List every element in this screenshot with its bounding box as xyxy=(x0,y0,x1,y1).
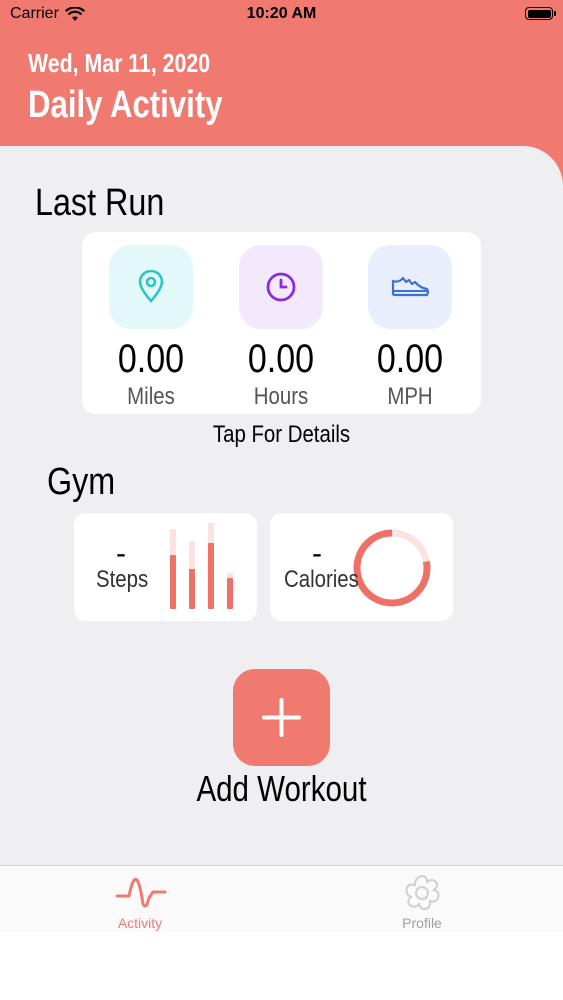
tap-for-details-link[interactable]: Tap For Details xyxy=(42,421,521,449)
page-title: Daily Activity xyxy=(28,84,223,126)
steps-bar xyxy=(189,541,195,609)
steps-bar-fill xyxy=(170,555,176,609)
steps-bar-fill xyxy=(208,543,214,609)
steps-bar xyxy=(170,529,176,609)
tab-activity-label: Activity xyxy=(117,915,163,931)
status-bar: Carrier 10:20 AM xyxy=(0,0,563,30)
steps-bar xyxy=(208,523,214,609)
last-run-card[interactable]: 0.00 Miles 0.00 Hours 0.00 MPH xyxy=(82,232,481,414)
hours-value: 0.00 xyxy=(247,337,315,381)
mph-value: 0.00 xyxy=(376,337,444,381)
metric-mph: 0.00 MPH xyxy=(355,232,465,411)
gear-flower-icon xyxy=(405,874,440,911)
status-time: 10:20 AM xyxy=(246,5,317,22)
plus-icon xyxy=(262,698,301,737)
location-pin-icon xyxy=(109,245,193,329)
tab-activity[interactable]: Activity xyxy=(70,866,210,933)
mph-unit: MPH xyxy=(387,383,433,410)
last-run-title: Last Run xyxy=(35,182,165,224)
calories-ring xyxy=(353,529,431,607)
heartbeat-icon xyxy=(115,877,167,908)
home-indicator-area xyxy=(0,932,563,1000)
tab-profile[interactable]: Profile xyxy=(352,866,492,933)
add-workout-button[interactable] xyxy=(233,669,330,766)
tab-profile-label: Profile xyxy=(402,915,442,931)
steps-bar xyxy=(227,573,233,609)
calories-label: Calories xyxy=(284,566,359,593)
clock-icon xyxy=(239,245,323,329)
battery-icon xyxy=(525,7,556,20)
metric-miles: 0.00 Miles xyxy=(96,232,206,411)
add-workout-label[interactable]: Add Workout xyxy=(51,768,513,810)
steps-label: Steps xyxy=(96,566,149,593)
steps-bar-fill xyxy=(227,578,233,609)
gym-title: Gym xyxy=(47,461,116,503)
miles-unit: Miles xyxy=(127,383,175,410)
sneaker-icon xyxy=(368,245,452,329)
hours-unit: Hours xyxy=(253,383,309,410)
steps-bar-fill xyxy=(189,569,195,609)
miles-value: 0.00 xyxy=(117,337,185,381)
header-date: Wed, Mar 11, 2020 xyxy=(28,48,211,78)
tab-bar: Activity Profile xyxy=(0,865,563,933)
metric-hours: 0.00 Hours xyxy=(226,232,336,411)
